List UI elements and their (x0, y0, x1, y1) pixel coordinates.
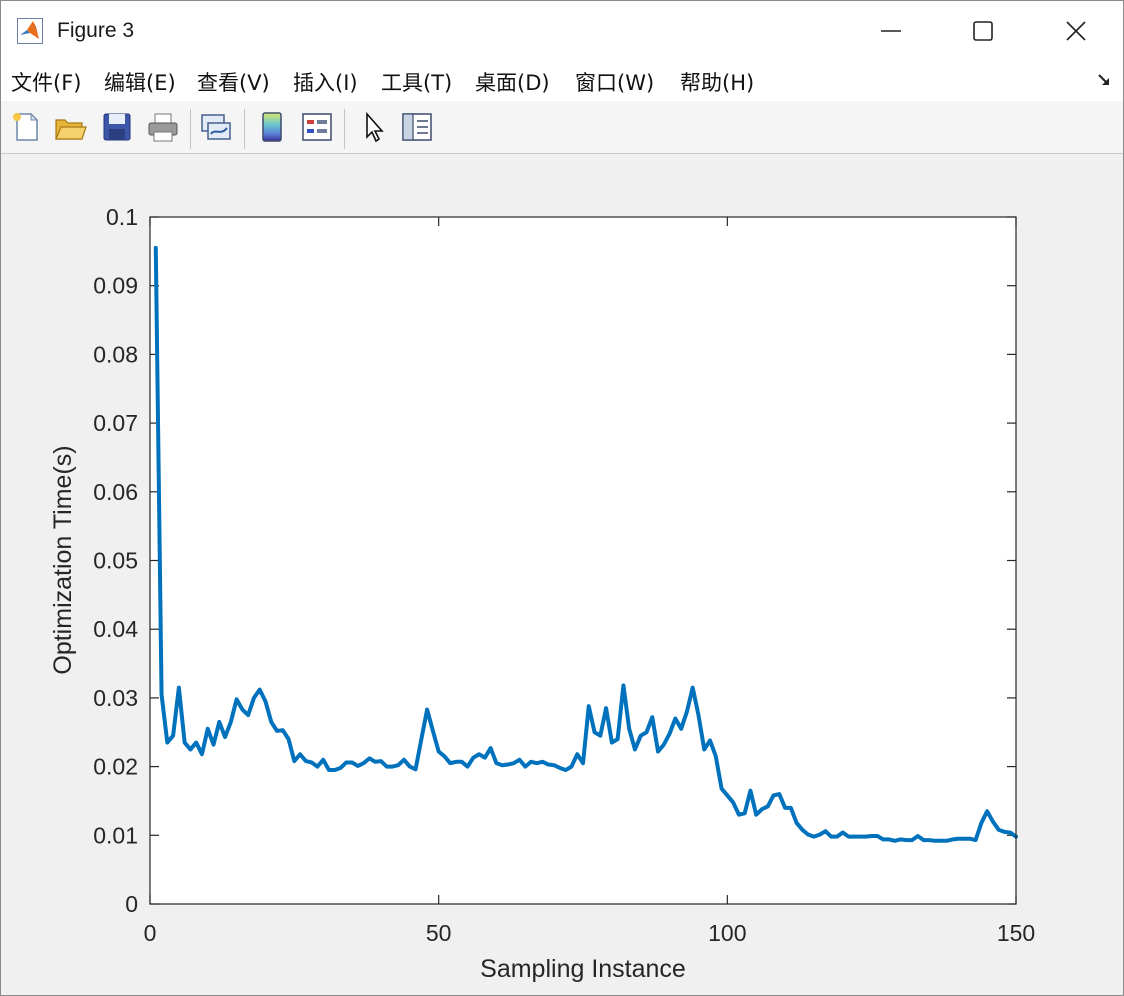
save-button[interactable] (100, 110, 134, 144)
legend-button[interactable] (300, 110, 334, 144)
new-figure-button[interactable] (9, 110, 43, 144)
menu-bar: 文件(F) 编辑(E) 查看(V) 插入(I) 工具(T) 桌面(D) 窗口(W… (1, 61, 1123, 101)
y-tick-label: 0.01 (93, 822, 138, 848)
y-tick-label: 0.06 (93, 479, 138, 505)
line-chart[interactable]: 0 0.01 0.02 0.03 0.04 0.05 0.06 0.07 0.08 0.09 0.1… (1, 154, 1123, 995)
x-tick-label: 0 (144, 920, 157, 946)
dock-arrow-icon[interactable] (1097, 73, 1111, 87)
colorbar-icon (262, 112, 282, 142)
select-pointer-icon (366, 111, 384, 143)
y-tick-label: 0.07 (93, 410, 138, 436)
x-axis-label: Sampling Instance (480, 955, 686, 983)
new-figure-icon (13, 112, 39, 141)
figure-toolbar (1, 101, 1123, 154)
close-button[interactable] (1029, 1, 1123, 61)
colorbar-button[interactable] (255, 110, 289, 144)
y-tick-label: 0 (125, 891, 138, 917)
toolbar-separator (344, 109, 345, 149)
print-icon (148, 113, 178, 142)
minimize-button[interactable] (844, 1, 938, 61)
select-pointer-button[interactable] (357, 110, 391, 144)
figure-canvas: 0 0.01 0.02 0.03 0.04 0.05 0.06 0.07 0.08 0.09 0.1… (1, 154, 1123, 995)
legend-icon (302, 113, 332, 141)
y-tick-label: 0.03 (93, 685, 138, 711)
minimize-icon (881, 30, 901, 32)
menu-edit[interactable]: 编辑(E) (104, 67, 176, 97)
y-tick-label: 0.02 (93, 754, 138, 780)
y-tick-label: 0.09 (93, 273, 138, 299)
y-axis-label: Optimization Time(s) (49, 445, 77, 674)
menu-help[interactable]: 帮助(H) (680, 67, 754, 97)
figure-window: Figure 3 文件(F) 编辑(E) 查看(V) 插入(I) 工具(T) 桌… (0, 0, 1124, 996)
x-tick-label: 50 (426, 920, 452, 946)
open-file-icon (55, 119, 87, 140)
y-tick-label: 0.04 (93, 616, 138, 642)
menu-file[interactable]: 文件(F) (11, 67, 81, 97)
close-icon (1066, 21, 1086, 41)
menu-view[interactable]: 查看(V) (197, 67, 270, 97)
link-plot-button[interactable] (199, 110, 233, 144)
open-file-button[interactable] (53, 110, 87, 144)
menu-desktop[interactable]: 桌面(D) (475, 67, 550, 97)
toolbar-separator (244, 109, 245, 149)
property-inspector-button[interactable] (400, 110, 434, 144)
y-tick-label: 0.08 (93, 341, 138, 367)
axes-background (150, 217, 1016, 904)
x-tick-label: 150 (997, 920, 1035, 946)
maximize-button[interactable] (936, 1, 1030, 61)
maximize-icon (973, 21, 993, 41)
x-tick-label: 100 (708, 920, 746, 946)
property-inspector-icon (402, 113, 432, 141)
window-title: Figure 3 (57, 19, 135, 42)
menu-tools[interactable]: 工具(T) (381, 67, 452, 97)
print-button[interactable] (146, 110, 180, 144)
y-tick-label: 0.05 (93, 548, 138, 574)
save-icon (103, 113, 131, 141)
menu-window[interactable]: 窗口(W) (575, 67, 654, 97)
matlab-logo-icon (17, 18, 43, 44)
title-bar: Figure 3 (1, 1, 1123, 61)
toolbar-separator (190, 109, 191, 149)
link-plot-icon (201, 114, 231, 140)
y-tick-label: 0.1 (106, 204, 138, 230)
menu-insert[interactable]: 插入(I) (293, 67, 358, 97)
